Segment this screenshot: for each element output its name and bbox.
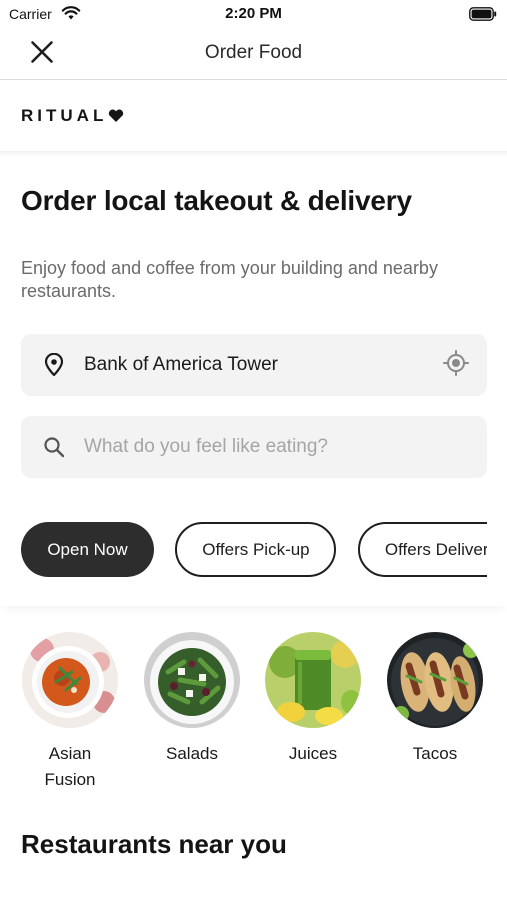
hero-subtext: Enjoy food and coffee from your building… xyxy=(21,258,438,301)
salad-bowl-image xyxy=(144,632,240,728)
restaurants-near-you-heading: Restaurants near you xyxy=(21,829,287,859)
green-juice-image xyxy=(265,632,361,728)
logo-text: RITUAL xyxy=(21,106,108,125)
category-label: Tacos xyxy=(412,744,458,763)
location-field[interactable]: Bank of America Tower xyxy=(21,334,487,396)
category-tacos[interactable]: Tacos xyxy=(387,632,483,767)
status-bar: Carrier 2:20 PM xyxy=(0,0,507,28)
category-juices[interactable]: Juices xyxy=(265,632,361,767)
category-label: Asian Fusion xyxy=(44,744,96,789)
heart-icon xyxy=(108,109,124,123)
search-icon xyxy=(41,434,67,460)
category-label: Salads xyxy=(166,744,218,763)
status-time: 2:20 PM xyxy=(225,5,282,22)
asian-fusion-dish-image xyxy=(22,632,118,728)
category-carousel: Asian Fusion Salads Juices Tacos xyxy=(22,632,507,802)
hero-headline: Order local takeout & delivery xyxy=(21,185,412,216)
section-divider xyxy=(0,151,507,157)
filter-offers-delivery[interactable]: Offers Delivery xyxy=(357,522,487,577)
battery-icon xyxy=(469,7,497,21)
category-asian-fusion[interactable]: Asian Fusion xyxy=(22,632,118,793)
ritual-logo: RITUAL xyxy=(21,106,124,126)
search-input[interactable] xyxy=(84,436,487,458)
search-field[interactable] xyxy=(21,416,487,478)
locate-me-icon xyxy=(443,349,469,381)
filter-chips: Open Now Offers Pick-up Offers Delivery xyxy=(21,522,487,578)
map-pin-icon xyxy=(41,352,67,378)
location-value: Bank of America Tower xyxy=(84,354,278,375)
navigation-bar: Order Food xyxy=(0,28,507,80)
category-salads[interactable]: Salads xyxy=(144,632,240,767)
filter-open-now[interactable]: Open Now xyxy=(21,522,154,577)
page-title: Order Food xyxy=(204,42,303,63)
category-label: Juices xyxy=(288,744,338,763)
hero-card: RITUAL Order local takeout & delivery En… xyxy=(0,81,507,606)
filter-offers-pickup[interactable]: Offers Pick-up xyxy=(175,522,337,577)
locate-me-button[interactable] xyxy=(441,349,471,381)
tacos-plate-image xyxy=(387,632,483,728)
